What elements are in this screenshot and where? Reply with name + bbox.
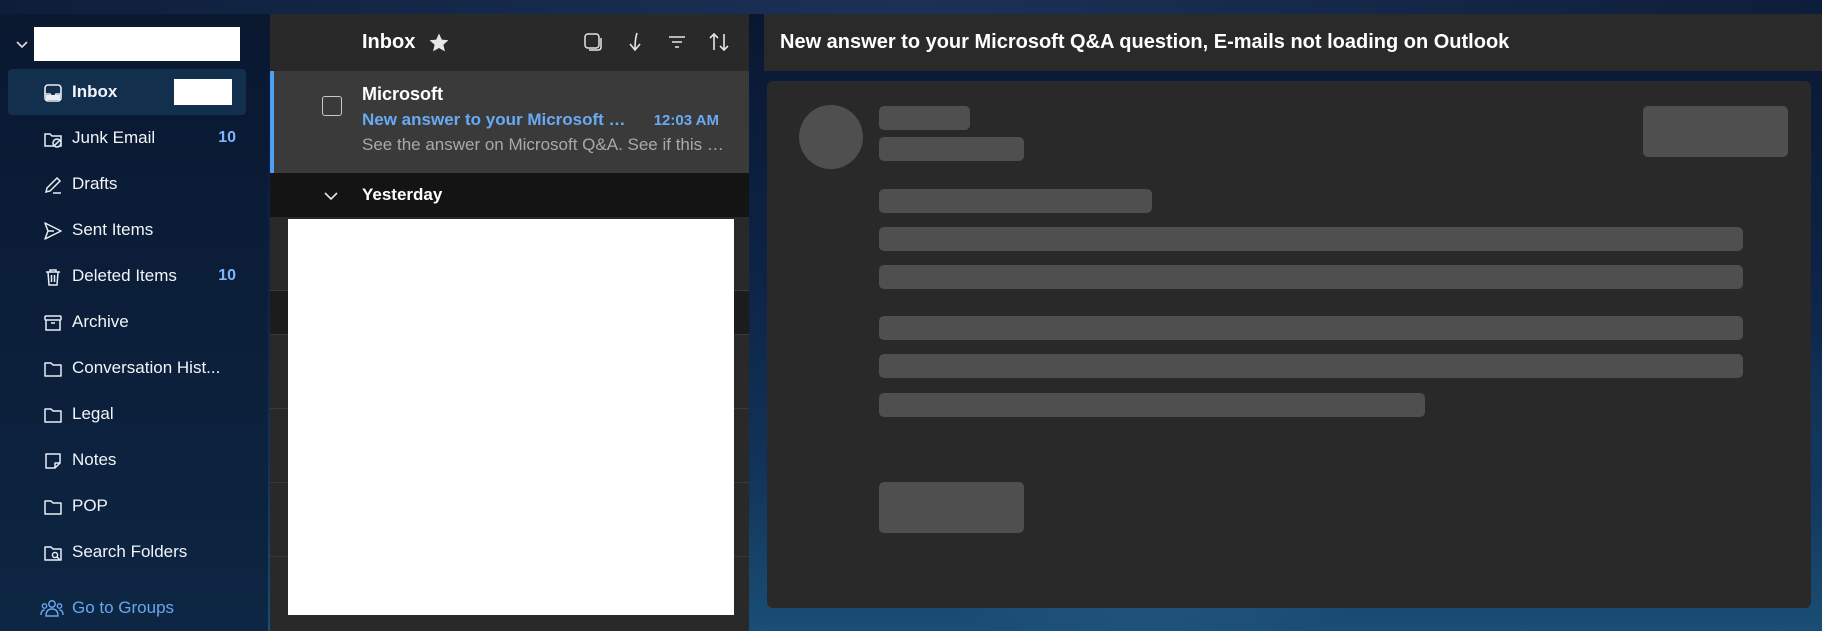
chevron-down-icon[interactable] (12, 34, 32, 54)
archive-icon (44, 315, 62, 331)
folder-label: POP (72, 496, 108, 515)
date-group-label: Yesterday (362, 185, 443, 204)
list-toolbar (581, 30, 731, 54)
folder-conversation-history[interactable]: Conversation Hist... (8, 345, 246, 391)
reading-subject: New answer to your Microsoft Q&A questio… (780, 31, 1510, 53)
folder-icon (44, 362, 62, 377)
message-time: 12:03 AM (653, 112, 719, 129)
folder-label: Notes (72, 450, 117, 469)
folder-pane: Inbox Junk Email 10 Drafts Sent Items De… (0, 14, 268, 631)
message-item-selected[interactable]: Microsoft New answer to your Microsoft Q… (270, 71, 749, 173)
chevron-down-icon[interactable] (322, 187, 340, 205)
select-mode-icon[interactable] (581, 30, 605, 54)
folder-sent-items[interactable]: Sent Items (8, 207, 246, 253)
message-sender: Microsoft (362, 84, 443, 104)
folder-label: Inbox (72, 82, 118, 101)
folder-label: Drafts (72, 174, 118, 193)
skeleton-line (879, 393, 1425, 417)
junk-icon (44, 133, 62, 148)
folder-label: Deleted Items (72, 266, 177, 285)
skeleton-line (879, 316, 1743, 340)
top-bar (0, 0, 1822, 14)
reading-pane-header: New answer to your Microsoft Q&A questio… (764, 14, 1822, 71)
folder-label: Search Folders (72, 542, 188, 561)
message-list-header: Inbox (270, 14, 749, 71)
skeleton-line (879, 189, 1152, 213)
folder-title: Inbox (362, 31, 416, 53)
folder-icon (44, 500, 62, 515)
account-name-redacted (34, 27, 240, 61)
message-subject: New answer to your Microsoft Q&A questio… (362, 110, 632, 129)
folder-label: Legal (72, 404, 114, 423)
filter-icon[interactable] (665, 30, 689, 54)
skeleton-button (1643, 106, 1788, 157)
go-to-groups-link[interactable]: Go to Groups (40, 598, 174, 618)
skeleton-button (879, 482, 1024, 533)
folder-label: Archive (72, 312, 129, 331)
skeleton-line (879, 137, 1024, 161)
folder-pop[interactable]: POP (8, 483, 246, 529)
skeleton-line (879, 354, 1743, 378)
inbox-icon (44, 84, 62, 102)
inbox-count-redacted (174, 79, 232, 105)
groups-icon (40, 600, 64, 617)
folder-drafts[interactable]: Drafts (8, 161, 246, 207)
folder-label: Sent Items (72, 220, 154, 239)
folder-label: Junk Email (72, 128, 156, 147)
folder-search-folders[interactable]: Search Folders (8, 529, 246, 575)
folder-deleted-items[interactable]: Deleted Items 10 (8, 253, 246, 299)
trash-icon (46, 269, 60, 286)
avatar-placeholder (799, 105, 863, 169)
account-row[interactable] (12, 26, 252, 62)
unread-count: 10 (218, 129, 236, 146)
skeleton-line (879, 106, 970, 130)
send-icon (44, 222, 62, 240)
note-icon (45, 453, 61, 469)
folder-inbox[interactable]: Inbox (8, 69, 246, 115)
folder-archive[interactable]: Archive (8, 299, 246, 345)
skeleton-line (879, 265, 1743, 289)
go-to-groups-label: Go to Groups (72, 598, 175, 617)
message-list-pane: Inbox Microsoft New answer to your Micro… (270, 14, 749, 631)
sort-icon[interactable] (707, 30, 731, 54)
jump-to-icon[interactable] (623, 30, 647, 54)
folder-junk-email[interactable]: Junk Email 10 (8, 115, 246, 161)
unread-count: 10 (218, 267, 236, 284)
message-checkbox[interactable] (322, 96, 342, 116)
folder-label: Conversation Hist... (72, 358, 221, 377)
search-folder-icon (44, 546, 62, 561)
folder-icon (44, 408, 62, 423)
reading-pane-loading (767, 81, 1811, 608)
pencil-icon (44, 176, 62, 194)
folder-legal[interactable]: Legal (8, 391, 246, 437)
star-icon[interactable] (427, 31, 451, 55)
date-group-header[interactable]: Yesterday (270, 173, 749, 217)
message-preview: See the answer on Microsoft Q&A. See if … (362, 135, 728, 154)
folder-notes[interactable]: Notes (8, 437, 246, 483)
redacted-messages-block (288, 219, 734, 615)
skeleton-line (879, 227, 1743, 251)
folder-list: Inbox Junk Email 10 Drafts Sent Items De… (8, 69, 246, 575)
